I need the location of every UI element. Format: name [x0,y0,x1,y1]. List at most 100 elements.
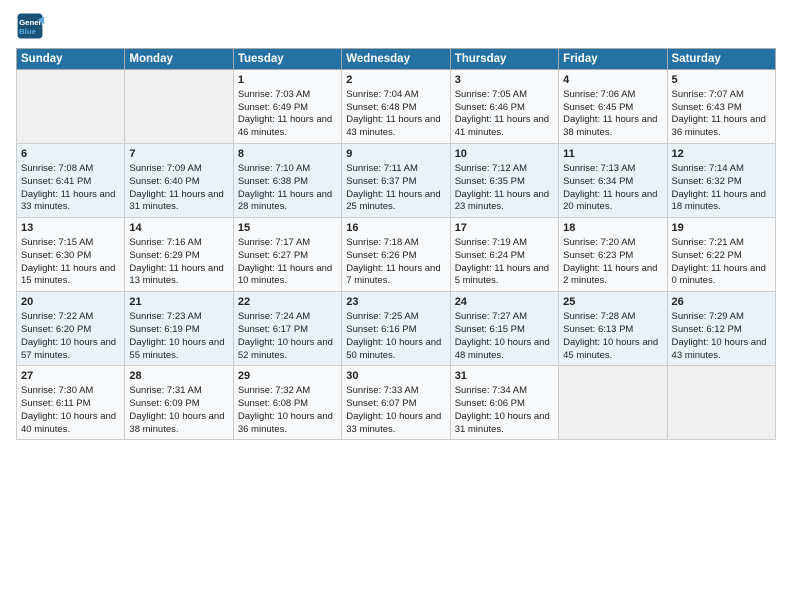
calendar-cell: 24Sunrise: 7:27 AMSunset: 6:15 PMDayligh… [450,292,558,366]
day-info: Sunset: 6:45 PM [563,102,662,115]
calendar-cell [17,70,125,144]
header-sunday: Sunday [17,49,125,70]
day-info: Daylight: 10 hours and 38 minutes. [129,411,228,437]
day-info: Sunset: 6:15 PM [455,324,554,337]
day-info: Sunrise: 7:28 AM [563,311,662,324]
day-number: 24 [455,295,554,310]
day-info: Sunrise: 7:31 AM [129,385,228,398]
day-info: Daylight: 10 hours and 52 minutes. [238,337,337,363]
calendar-cell: 15Sunrise: 7:17 AMSunset: 6:27 PMDayligh… [233,218,341,292]
calendar-cell: 6Sunrise: 7:08 AMSunset: 6:41 PMDaylight… [17,144,125,218]
calendar-header: SundayMondayTuesdayWednesdayThursdayFrid… [17,49,776,70]
svg-text:Blue: Blue [19,27,37,36]
day-info: Daylight: 11 hours and 20 minutes. [563,189,662,215]
day-info: Sunset: 6:41 PM [21,176,120,189]
day-info: Daylight: 11 hours and 38 minutes. [563,114,662,140]
day-info: Sunrise: 7:30 AM [21,385,120,398]
day-number: 25 [563,295,662,310]
day-info: Sunrise: 7:17 AM [238,237,337,250]
day-info: Sunset: 6:26 PM [346,250,445,263]
day-info: Daylight: 11 hours and 10 minutes. [238,263,337,289]
calendar-cell: 16Sunrise: 7:18 AMSunset: 6:26 PMDayligh… [342,218,450,292]
calendar-cell: 29Sunrise: 7:32 AMSunset: 6:08 PMDayligh… [233,366,341,440]
day-info: Sunrise: 7:29 AM [672,311,771,324]
day-info: Sunrise: 7:20 AM [563,237,662,250]
day-info: Sunset: 6:20 PM [21,324,120,337]
day-info: Sunrise: 7:18 AM [346,237,445,250]
day-info: Daylight: 11 hours and 33 minutes. [21,189,120,215]
calendar-cell: 23Sunrise: 7:25 AMSunset: 6:16 PMDayligh… [342,292,450,366]
day-info: Sunset: 6:12 PM [672,324,771,337]
day-number: 13 [21,221,120,236]
day-number: 26 [672,295,771,310]
day-number: 4 [563,73,662,88]
day-number: 31 [455,369,554,384]
day-info: Sunset: 6:38 PM [238,176,337,189]
day-info: Sunrise: 7:15 AM [21,237,120,250]
day-number: 30 [346,369,445,384]
day-number: 15 [238,221,337,236]
day-info: Sunrise: 7:19 AM [455,237,554,250]
calendar-cell: 21Sunrise: 7:23 AMSunset: 6:19 PMDayligh… [125,292,233,366]
calendar-week-3: 13Sunrise: 7:15 AMSunset: 6:30 PMDayligh… [17,218,776,292]
calendar-cell: 10Sunrise: 7:12 AMSunset: 6:35 PMDayligh… [450,144,558,218]
day-info: Daylight: 11 hours and 43 minutes. [346,114,445,140]
calendar-week-1: 1Sunrise: 7:03 AMSunset: 6:49 PMDaylight… [17,70,776,144]
day-info: Daylight: 11 hours and 28 minutes. [238,189,337,215]
day-number: 22 [238,295,337,310]
day-info: Sunrise: 7:34 AM [455,385,554,398]
day-info: Sunrise: 7:04 AM [346,89,445,102]
day-info: Daylight: 11 hours and 13 minutes. [129,263,228,289]
calendar-cell: 9Sunrise: 7:11 AMSunset: 6:37 PMDaylight… [342,144,450,218]
calendar-cell: 30Sunrise: 7:33 AMSunset: 6:07 PMDayligh… [342,366,450,440]
day-info: Sunrise: 7:03 AM [238,89,337,102]
day-info: Sunrise: 7:23 AM [129,311,228,324]
day-number: 6 [21,147,120,162]
calendar-cell: 18Sunrise: 7:20 AMSunset: 6:23 PMDayligh… [559,218,667,292]
day-info: Sunset: 6:17 PM [238,324,337,337]
day-info: Sunrise: 7:06 AM [563,89,662,102]
day-info: Sunset: 6:29 PM [129,250,228,263]
header-thursday: Thursday [450,49,558,70]
calendar-cell: 3Sunrise: 7:05 AMSunset: 6:46 PMDaylight… [450,70,558,144]
calendar-cell: 11Sunrise: 7:13 AMSunset: 6:34 PMDayligh… [559,144,667,218]
day-info: Daylight: 11 hours and 7 minutes. [346,263,445,289]
day-info: Daylight: 11 hours and 46 minutes. [238,114,337,140]
day-info: Daylight: 10 hours and 40 minutes. [21,411,120,437]
day-info: Daylight: 11 hours and 31 minutes. [129,189,228,215]
day-info: Sunrise: 7:10 AM [238,163,337,176]
day-info: Daylight: 10 hours and 57 minutes. [21,337,120,363]
day-info: Sunrise: 7:24 AM [238,311,337,324]
calendar-cell: 5Sunrise: 7:07 AMSunset: 6:43 PMDaylight… [667,70,775,144]
day-info: Sunrise: 7:14 AM [672,163,771,176]
day-info: Sunrise: 7:21 AM [672,237,771,250]
day-info: Daylight: 10 hours and 50 minutes. [346,337,445,363]
day-info: Daylight: 11 hours and 23 minutes. [455,189,554,215]
day-number: 11 [563,147,662,162]
day-number: 3 [455,73,554,88]
logo-icon: General Blue [16,12,44,40]
day-info: Sunset: 6:23 PM [563,250,662,263]
day-info: Daylight: 10 hours and 48 minutes. [455,337,554,363]
day-info: Sunset: 6:37 PM [346,176,445,189]
calendar-cell: 25Sunrise: 7:28 AMSunset: 6:13 PMDayligh… [559,292,667,366]
day-info: Sunrise: 7:12 AM [455,163,554,176]
calendar-cell: 13Sunrise: 7:15 AMSunset: 6:30 PMDayligh… [17,218,125,292]
day-number: 10 [455,147,554,162]
day-info: Sunset: 6:19 PM [129,324,228,337]
calendar-cell: 28Sunrise: 7:31 AMSunset: 6:09 PMDayligh… [125,366,233,440]
header-monday: Monday [125,49,233,70]
day-info: Sunrise: 7:16 AM [129,237,228,250]
calendar-cell: 14Sunrise: 7:16 AMSunset: 6:29 PMDayligh… [125,218,233,292]
day-number: 28 [129,369,228,384]
calendar-week-5: 27Sunrise: 7:30 AMSunset: 6:11 PMDayligh… [17,366,776,440]
header-wednesday: Wednesday [342,49,450,70]
calendar-cell: 26Sunrise: 7:29 AMSunset: 6:12 PMDayligh… [667,292,775,366]
day-number: 20 [21,295,120,310]
day-number: 2 [346,73,445,88]
header-friday: Friday [559,49,667,70]
day-number: 12 [672,147,771,162]
calendar-cell: 31Sunrise: 7:34 AMSunset: 6:06 PMDayligh… [450,366,558,440]
day-number: 17 [455,221,554,236]
calendar-week-2: 6Sunrise: 7:08 AMSunset: 6:41 PMDaylight… [17,144,776,218]
